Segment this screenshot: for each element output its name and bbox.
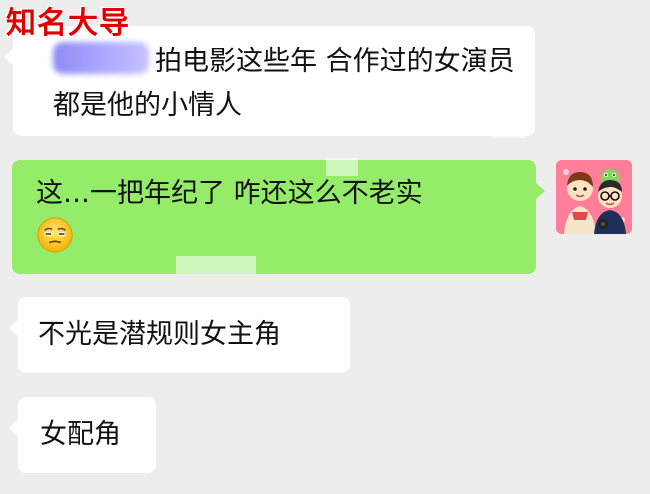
redacted-name bbox=[53, 42, 149, 74]
avatar[interactable] bbox=[556, 160, 632, 234]
mosaic-overlay bbox=[326, 158, 358, 176]
message-text: 女配角 bbox=[40, 419, 121, 450]
message-bubble-incoming[interactable]: 女配角 bbox=[9, 397, 156, 473]
message-text: 这…一把年纪了 咋还这么不老实 bbox=[36, 178, 423, 209]
mosaic-overlay bbox=[176, 256, 256, 274]
mosaic-overlay bbox=[492, 100, 526, 138]
message-bubble-incoming[interactable]: 不光是潜规则女主角 bbox=[9, 297, 350, 373]
watermark-logo: 知名大导 bbox=[6, 6, 130, 41]
message-bubble-outgoing[interactable]: 这…一把年纪了 咋还这么不老实 bbox=[12, 160, 545, 274]
message-text: 不光是潜规则女主角 bbox=[38, 319, 281, 350]
unamused-face-icon bbox=[36, 216, 74, 268]
